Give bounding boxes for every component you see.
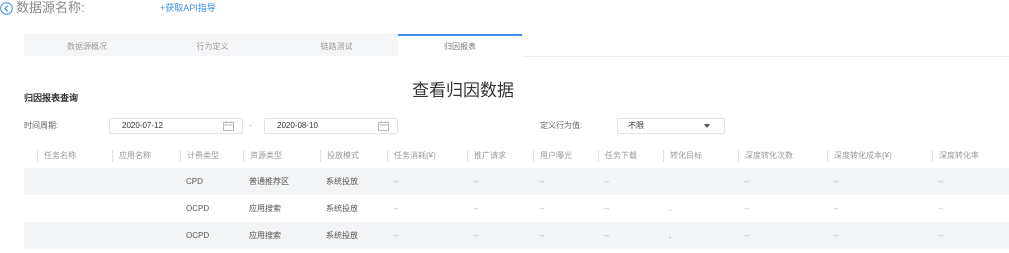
table-cell-billing-type: CPD [186,177,203,186]
start-date-value: 2020-07-12 [122,121,163,130]
table-cell-promo-requests: -- [473,231,479,240]
column-header-deep-conversions: 深度转化次数 [738,150,827,162]
table-cell-user-impressions: -- [539,177,545,186]
column-header-promo-requests: 推广请求 [467,150,533,162]
table-cell-promo-requests: -- [473,177,479,186]
table-cell-delivery-mode: 系统投放 [326,204,358,213]
behavior-value-select[interactable]: 不限 [617,118,725,134]
table-cell-app-name [112,222,180,249]
start-date-input[interactable]: 2020-07-12 [109,118,243,134]
table-cell-task-name [37,222,112,249]
table-cell-deep-conversion-cost: -- [833,177,839,186]
tab-link-test[interactable]: 链路测试 [275,34,398,56]
table-cell-task-name [37,195,112,222]
column-header-conversion-target: 转化目标 [663,150,738,162]
table-cell-deep-conversion-rate: -- [938,204,944,213]
chevron-down-icon [704,124,710,128]
table-header-row: 任务名称 应用名称 计费类型 资源类型 投放模式 任务消耗(¥) 推广请求 用户曝光 任务下载转… [24,150,1009,162]
table-cell-deep-conversion-rate: -- [938,231,944,240]
tab-label: 数据源概况 [67,41,107,51]
tab-label: 行为定义 [196,41,229,51]
page-heading: 查看归因数据 [412,81,514,100]
table-cell-task-downloads: -- [604,177,610,186]
table-cell-promo-requests: -- [473,204,479,213]
date-range-separator: - [249,120,252,130]
tab-behavior-definition[interactable]: 行为定义 [150,34,275,56]
table-cell-deep-conversion-rate: -- [938,177,944,186]
table-cell-conversion-target: . [669,204,672,213]
column-header-deep-conversion-rate: 深度转化率 [932,150,1009,162]
table-cell-task-cost: -- [393,204,399,213]
table-cell-conversion-target: . [669,231,672,240]
end-date-input[interactable]: 2020-08-10 [264,118,398,134]
table-cell-app-name [112,168,180,195]
tab-bar-divider [522,56,1009,57]
table-cell-deep-conversions: -- [744,204,750,213]
column-header-delivery-mode: 投放模式 [320,150,387,162]
table-cell-user-impressions: -- [539,204,545,213]
section-title: 归因报表查询 [24,93,79,103]
table-row: OCPD 应用搜索 系统投放 -- -- -- --. -- -- -- [24,195,1009,222]
table-cell-deep-conversions: -- [744,231,750,240]
end-date-value: 2020-08-10 [277,121,318,130]
column-header-resource-type: 资源类型 [243,150,320,162]
table-cell-task-cost: -- [393,177,399,186]
table-cell-resource-type: 应用搜索 [249,231,281,240]
datasource-name-label: 数据源名称: [16,0,85,15]
table-cell-task-downloads: -- [604,204,610,213]
table-cell-user-impressions: -- [539,231,545,240]
tab-label: 链路测试 [320,41,353,51]
get-api-guide-link[interactable]: +获取API指导 [160,3,216,14]
table-cell-delivery-mode: 系统投放 [326,177,358,186]
tab-attribution-report[interactable]: 归因报表 [398,34,522,56]
table-cell-deep-conversion-cost: -- [833,231,839,240]
table-cell-resource-type: 普通推荐区 [249,177,289,186]
calendar-icon[interactable] [223,121,234,131]
tab-bar: 数据源概况 行为定义 链路测试 归因报表 [24,34,522,56]
table-cell-app-name [112,195,180,222]
table-cell-billing-type: OCPD [186,231,210,240]
column-header-task-name: 任务名称 [37,150,112,162]
table-cell-billing-type: OCPD [186,204,210,213]
column-header-billing-type: 计费类型 [180,150,243,162]
back-arrow-icon[interactable] [0,2,13,15]
table-cell-task-downloads: -- [604,231,610,240]
table-cell-conversion-target [663,168,738,195]
column-header-user-impressions: 用户曝光 [533,150,598,162]
column-header-deep-conversion-cost: 深度转化成本(¥) [827,150,932,162]
table-cell-resource-type: 应用搜索 [249,204,281,213]
behavior-value-label: 定义行为值: [540,121,583,130]
column-header-task-cost: 任务消耗(¥) [387,150,467,162]
table-cell-task-name [37,168,112,195]
table-body: CPD 普通推荐区 系统投放 -- -- -- -- -- -- -- OCPD 应用搜索 系统投放 --… [24,168,1009,249]
calendar-icon[interactable] [378,121,389,131]
table-cell-delivery-mode: 系统投放 [326,231,358,240]
table-cell-deep-conversion-cost: -- [833,204,839,213]
table-cell-deep-conversions: -- [744,177,750,186]
column-header-task-downloads: 任务下载 [598,150,663,162]
tab-datasource-overview[interactable]: 数据源概况 [24,34,150,56]
column-header-app-name: 应用名称 [112,150,180,162]
table-cell-task-cost: -- [393,231,399,240]
behavior-value-selected: 不限 [628,121,644,130]
time-period-label: 时间周期: [24,121,59,130]
table-row: OCPD 应用搜索 系统投放 -- -- -- --. -- -- -- [24,222,1009,249]
table-row: CPD 普通推荐区 系统投放 -- -- -- -- -- -- -- [24,168,1009,195]
tab-label: 归因报表 [444,41,476,51]
